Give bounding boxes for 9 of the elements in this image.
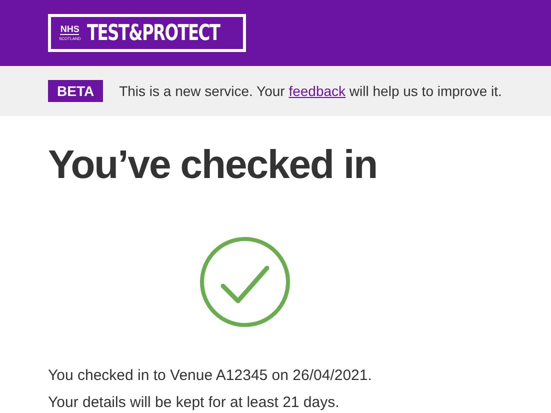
logo-title: TEST&PROTECT	[86, 20, 220, 46]
message-text: Your details will be kept for at least 21 days.	[48, 393, 340, 413]
beta-tag: BETA	[48, 80, 104, 102]
page-heading: You’ve checked in	[48, 142, 378, 189]
message-text: You checked in to Venue A12345 on 26/04/2021.	[48, 366, 373, 386]
banner-text: This is a new service. Your feedback will help us to improve it.	[119, 83, 502, 99]
logo-text: NHS	[60, 25, 80, 35]
feedback-link[interactable]: feedback	[288, 83, 346, 99]
check-circle-icon	[199, 236, 291, 328]
